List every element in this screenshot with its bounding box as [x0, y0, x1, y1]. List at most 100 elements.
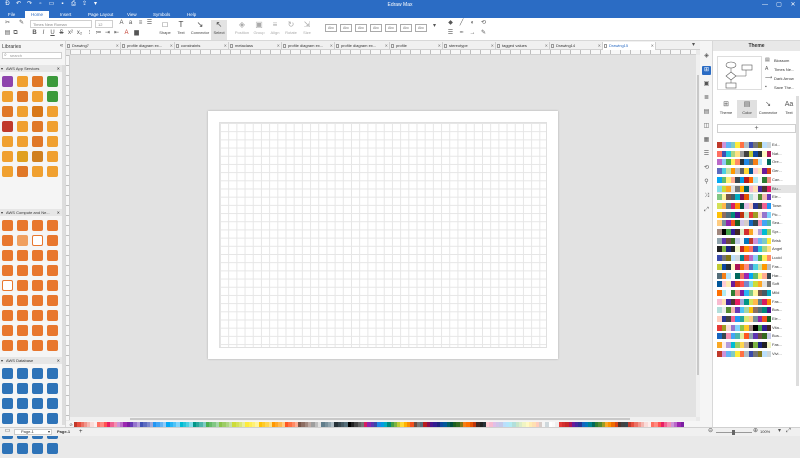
library-shape-icon[interactable]: [2, 151, 13, 162]
library-shape-icon[interactable]: [47, 443, 58, 454]
close-button[interactable]: ✕: [789, 1, 797, 9]
library-header-compute[interactable]: ▾ AWS Compute and Ne... ✕: [0, 209, 62, 216]
style-preset-4[interactable]: Abc: [370, 24, 382, 32]
notes-icon[interactable]: ☰: [702, 150, 711, 159]
library-shape-icon[interactable]: [17, 368, 28, 379]
library-shape-icon[interactable]: [32, 151, 43, 162]
close-tab-icon[interactable]: ✕: [224, 42, 227, 50]
library-shape-icon[interactable]: [47, 91, 58, 102]
indent-icon[interactable]: ⇥: [104, 30, 111, 37]
close-library-icon[interactable]: ✕: [57, 209, 60, 216]
group-button[interactable]: ▣ Group: [251, 20, 267, 40]
library-shape-icon[interactable]: [2, 136, 13, 147]
library-shape-icon[interactable]: [47, 151, 58, 162]
library-shape-icon[interactable]: [17, 295, 28, 306]
library-shape-icon[interactable]: [32, 280, 43, 291]
zoom-level[interactable]: 100%: [760, 428, 770, 436]
style-preset-6[interactable]: Abc: [400, 24, 412, 32]
library-search-input[interactable]: ⌕ search: [2, 52, 62, 59]
color-theme-row[interactable]: Angel: [717, 245, 797, 253]
page-tab-1[interactable]: Page-1: [57, 428, 70, 436]
font-color-icon[interactable]: A: [123, 30, 130, 37]
position-button[interactable]: ◈ Position: [234, 20, 250, 40]
library-shape-icon[interactable]: [17, 413, 28, 424]
collapse-panel-icon[interactable]: «: [58, 43, 65, 50]
add-page-button[interactable]: +: [79, 428, 83, 436]
library-shape-icon[interactable]: [47, 368, 58, 379]
chart-icon[interactable]: ◫: [702, 122, 711, 131]
fullscreen-icon[interactable]: ⤢: [702, 206, 711, 215]
color-theme-row[interactable]: Nat...: [717, 150, 797, 158]
library-shape-icon[interactable]: [32, 413, 43, 424]
library-shape-icon[interactable]: [32, 166, 43, 177]
library-shape-icon[interactable]: [17, 383, 28, 394]
drawing-page[interactable]: [208, 111, 558, 359]
superscript-icon[interactable]: x²: [67, 30, 74, 37]
library-shape-icon[interactable]: [47, 136, 58, 147]
bold-icon[interactable]: B: [31, 30, 38, 37]
close-tab-icon[interactable]: ✕: [116, 42, 119, 50]
library-shape-icon[interactable]: [2, 235, 13, 246]
arrow-style-icon[interactable]: →: [469, 30, 476, 37]
menu-view[interactable]: View: [121, 11, 143, 18]
tab-metaclass[interactable]: metaclass ✕: [229, 42, 282, 50]
history-icon[interactable]: ⟲: [702, 164, 711, 173]
close-library-icon[interactable]: ✕: [57, 65, 60, 72]
library-shape-icon[interactable]: [17, 166, 28, 177]
style-preset-5[interactable]: Abc: [385, 24, 397, 32]
zoom-slider-handle[interactable]: [732, 430, 735, 435]
select-tool-button[interactable]: ↖ Select: [211, 20, 227, 40]
library-shape-icon[interactable]: [32, 220, 43, 231]
library-shape-icon[interactable]: [17, 136, 28, 147]
add-color-theme-button[interactable]: +: [717, 124, 796, 133]
color-theme-row[interactable]: Fas...: [717, 341, 797, 349]
outdent-icon[interactable]: ⇤: [113, 30, 120, 37]
color-theme-row[interactable]: Mild: [717, 289, 797, 297]
line-spacing-icon[interactable]: ☰: [146, 20, 153, 27]
library-shape-icon[interactable]: [47, 340, 58, 351]
library-shape-icon[interactable]: [2, 250, 13, 261]
layers-icon[interactable]: ≣: [702, 94, 711, 103]
color-theme-row[interactable]: Fas...: [717, 263, 797, 271]
close-tab-icon[interactable]: ✕: [598, 42, 601, 50]
close-tab-icon[interactable]: ✕: [170, 42, 173, 50]
more-styles-icon[interactable]: ▾: [431, 23, 438, 30]
library-shape-icon[interactable]: [47, 76, 58, 87]
underline-icon[interactable]: U: [49, 30, 56, 37]
library-shape-icon[interactable]: [32, 91, 43, 102]
library-shape-icon[interactable]: [17, 325, 28, 336]
edit-shape-icon[interactable]: ✎: [480, 30, 487, 37]
library-shape-icon[interactable]: [2, 166, 13, 177]
close-tab-icon[interactable]: ✕: [385, 42, 388, 50]
library-shape-icon[interactable]: [2, 91, 13, 102]
library-shape-icon[interactable]: [47, 310, 58, 321]
style-preset-1[interactable]: Abc: [325, 24, 337, 32]
library-shape-icon[interactable]: [2, 325, 13, 336]
tab-drawing14[interactable]: Drawing14 ✕: [550, 42, 603, 50]
zoom-in-icon[interactable]: ⊕: [752, 428, 759, 435]
library-shape-icon[interactable]: [2, 368, 13, 379]
library-shape-icon[interactable]: [2, 340, 13, 351]
library-shape-icon[interactable]: [47, 235, 58, 246]
color-theme-row[interactable]: Har...: [717, 272, 797, 280]
library-shape-icon[interactable]: [47, 166, 58, 177]
text-align-icon[interactable]: ≡: [137, 20, 144, 27]
library-shape-icon[interactable]: [17, 280, 28, 291]
library-shape-icon[interactable]: [17, 220, 28, 231]
library-shape-icon[interactable]: [2, 220, 13, 231]
page-properties-icon[interactable]: ▤: [702, 108, 711, 117]
strikethrough-icon[interactable]: S: [58, 30, 65, 37]
color-theme-row[interactable]: Ger...: [717, 167, 797, 175]
library-shape-icon[interactable]: [32, 121, 43, 132]
close-tab-icon[interactable]: ✕: [330, 42, 333, 50]
color-theme-row[interactable]: Ele...: [717, 315, 797, 323]
shadow-icon[interactable]: ◐: [469, 20, 476, 27]
library-shape-icon[interactable]: [32, 235, 43, 246]
menu-file[interactable]: File: [2, 11, 21, 18]
copy-icon[interactable]: ⧉: [12, 30, 19, 37]
page-selector[interactable]: Page-1 ▾: [14, 429, 52, 435]
library-shape-icon[interactable]: [32, 136, 43, 147]
filter-icon[interactable]: ⚲: [702, 178, 711, 187]
library-shape-icon[interactable]: [17, 235, 28, 246]
library-shape-icon[interactable]: [47, 220, 58, 231]
